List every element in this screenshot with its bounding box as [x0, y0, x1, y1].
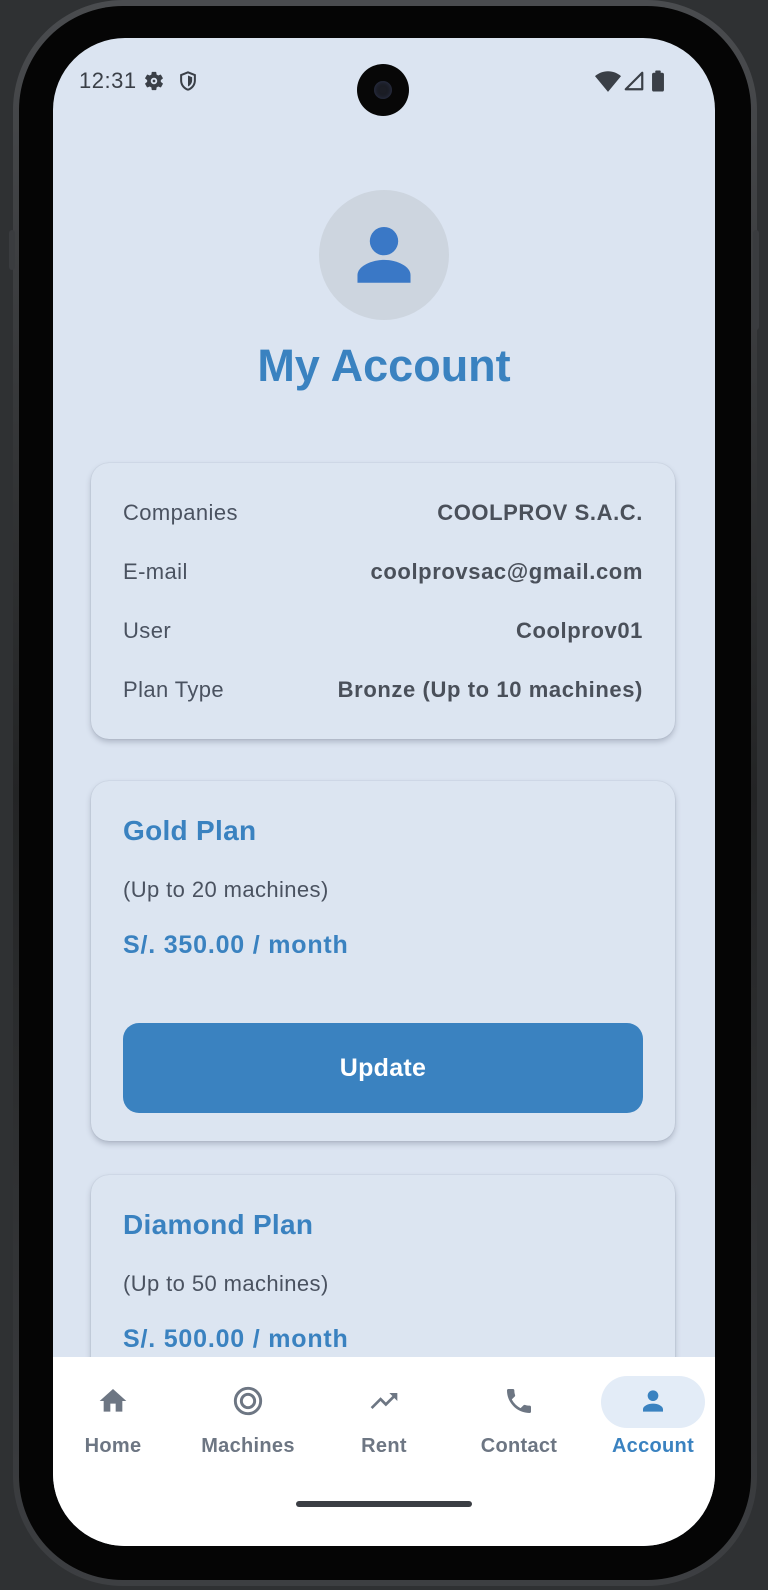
- home-icon: [99, 1389, 127, 1412]
- status-bar: 12:31: [53, 38, 715, 128]
- account-info-card: Companies COOLPROV S.A.C. E-mail coolpro…: [91, 463, 675, 739]
- plan-title: Gold Plan: [123, 815, 257, 846]
- status-time: 12:31: [79, 68, 137, 93]
- app-screen: 12:31 My Account Companies COOLPROV S.A.…: [53, 38, 715, 1546]
- plan-card-gold: Gold Plan (Up to 20 machines) S/. 350.00…: [91, 781, 675, 1141]
- wifi-icon: [595, 71, 621, 92]
- nav-label: Rent: [361, 1435, 407, 1457]
- power-button: [753, 230, 759, 330]
- plan-description: (Up to 50 machines): [123, 1271, 329, 1296]
- bottom-navigation: Home Machines Rent Contact Account: [53, 1357, 715, 1546]
- front-camera: [357, 64, 409, 116]
- trending-up-icon: [370, 1393, 398, 1409]
- phone-icon: [507, 1389, 531, 1413]
- page-title: My Account: [257, 340, 511, 391]
- shield-icon: [180, 71, 196, 91]
- signal-icon: [624, 71, 644, 91]
- nav-label: Account: [611, 1435, 695, 1457]
- nav-label: Machines: [201, 1435, 295, 1457]
- home-indicator[interactable]: [296, 1501, 472, 1507]
- info-row-company: Companies COOLPROV S.A.C.: [123, 500, 643, 530]
- nav-label: Home: [84, 1435, 142, 1457]
- person-icon: [643, 1390, 663, 1412]
- info-value: COOLPROV S.A.C.: [437, 500, 643, 525]
- plan-price: S/. 500.00 / month: [123, 1325, 349, 1353]
- info-value: Coolprov01: [515, 618, 643, 643]
- info-row-user: User Coolprov01: [123, 618, 643, 648]
- nav-item-contact[interactable]: Contact: [453, 1375, 585, 1485]
- person-icon: [357, 226, 411, 283]
- plan-price: S/. 350.00 / month: [123, 931, 349, 959]
- plan-title: Diamond Plan: [123, 1209, 314, 1240]
- nav-item-rent[interactable]: Rent: [318, 1375, 450, 1485]
- update-button[interactable]: Update: [123, 1023, 643, 1113]
- nav-label: Contact: [480, 1435, 558, 1457]
- battery-icon: [652, 70, 664, 92]
- info-label: User: [123, 618, 172, 643]
- plan-description: (Up to 20 machines): [123, 877, 329, 902]
- info-label: Companies: [123, 500, 238, 525]
- gear-icon: [145, 71, 163, 91]
- info-row-email: E-mail coolprovsac@gmail.com: [123, 559, 643, 589]
- nav-item-machines[interactable]: Machines: [182, 1375, 314, 1485]
- info-label: E-mail: [123, 559, 188, 584]
- info-row-plan-type: Plan Type Bronze (Up to 10 machines): [123, 677, 643, 707]
- volume-button: [9, 230, 15, 270]
- info-value: coolprovsac@gmail.com: [370, 559, 643, 584]
- nav-item-account[interactable]: Account: [587, 1375, 715, 1485]
- info-label: Plan Type: [123, 677, 225, 702]
- nav-item-home[interactable]: Home: [53, 1375, 179, 1485]
- info-value: Bronze (Up to 10 machines): [337, 677, 643, 702]
- avatar: [319, 190, 449, 320]
- target-icon: [233, 1386, 263, 1416]
